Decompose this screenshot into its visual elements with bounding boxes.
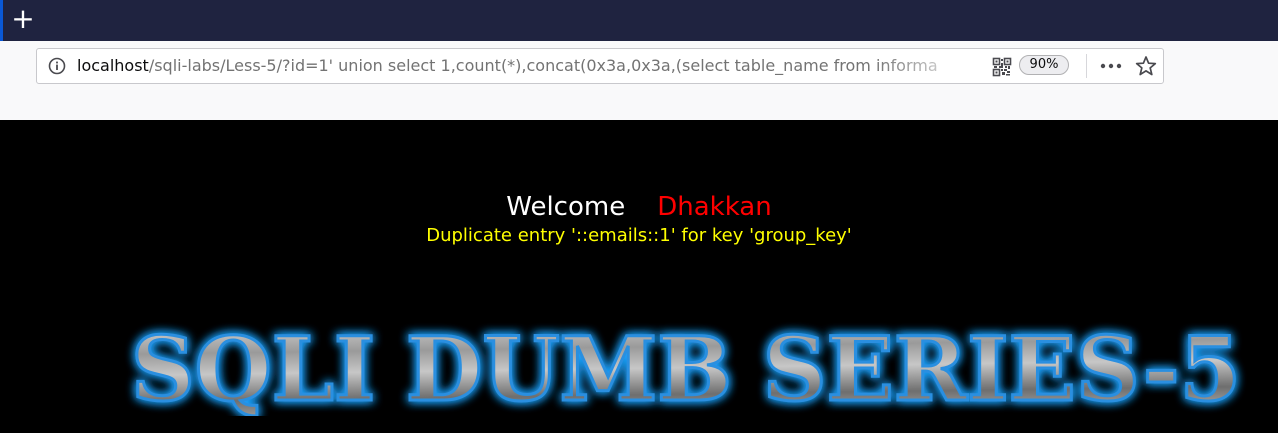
qr-code-icon[interactable] — [992, 57, 1012, 77]
url-bar-separator — [1086, 54, 1087, 78]
welcome-text: Welcome — [506, 192, 626, 222]
star-icon[interactable] — [1135, 55, 1157, 77]
info-icon[interactable] — [48, 57, 66, 75]
address-bar[interactable]: localhost/sqli-labs/Less-5/?id=1' union … — [36, 48, 1164, 84]
sql-error-message: Duplicate entry '::emails::1' for key 'g… — [426, 225, 852, 246]
user-name: Dhakkan — [657, 192, 772, 222]
url-host: localhost — [77, 56, 149, 75]
more-icon[interactable] — [1099, 56, 1123, 76]
zoom-level-badge[interactable]: 90% — [1019, 55, 1069, 75]
url-text[interactable]: localhost/sqli-labs/Less-5/?id=1' union … — [77, 49, 982, 83]
welcome-line: Welcome Dhakkan — [0, 190, 1278, 224]
page-content: Welcome Dhakkan Duplicate entry '::emails… — [0, 120, 1278, 433]
tab-bar-edge — [0, 0, 3, 41]
url-path: /sqli-labs/Less-5/?id=1' union select 1,… — [148, 56, 938, 75]
banner-title: SQLI DUMB SERIES-5 — [131, 320, 1241, 416]
nav-toolbar: localhost/sqli-labs/Less-5/?id=1' union … — [0, 41, 1278, 120]
new-tab-button[interactable]: + — [8, 5, 38, 35]
series-banner: SQLI DUMB SERIES-5 — [130, 320, 1243, 416]
tab-bar: + — [0, 0, 1278, 41]
